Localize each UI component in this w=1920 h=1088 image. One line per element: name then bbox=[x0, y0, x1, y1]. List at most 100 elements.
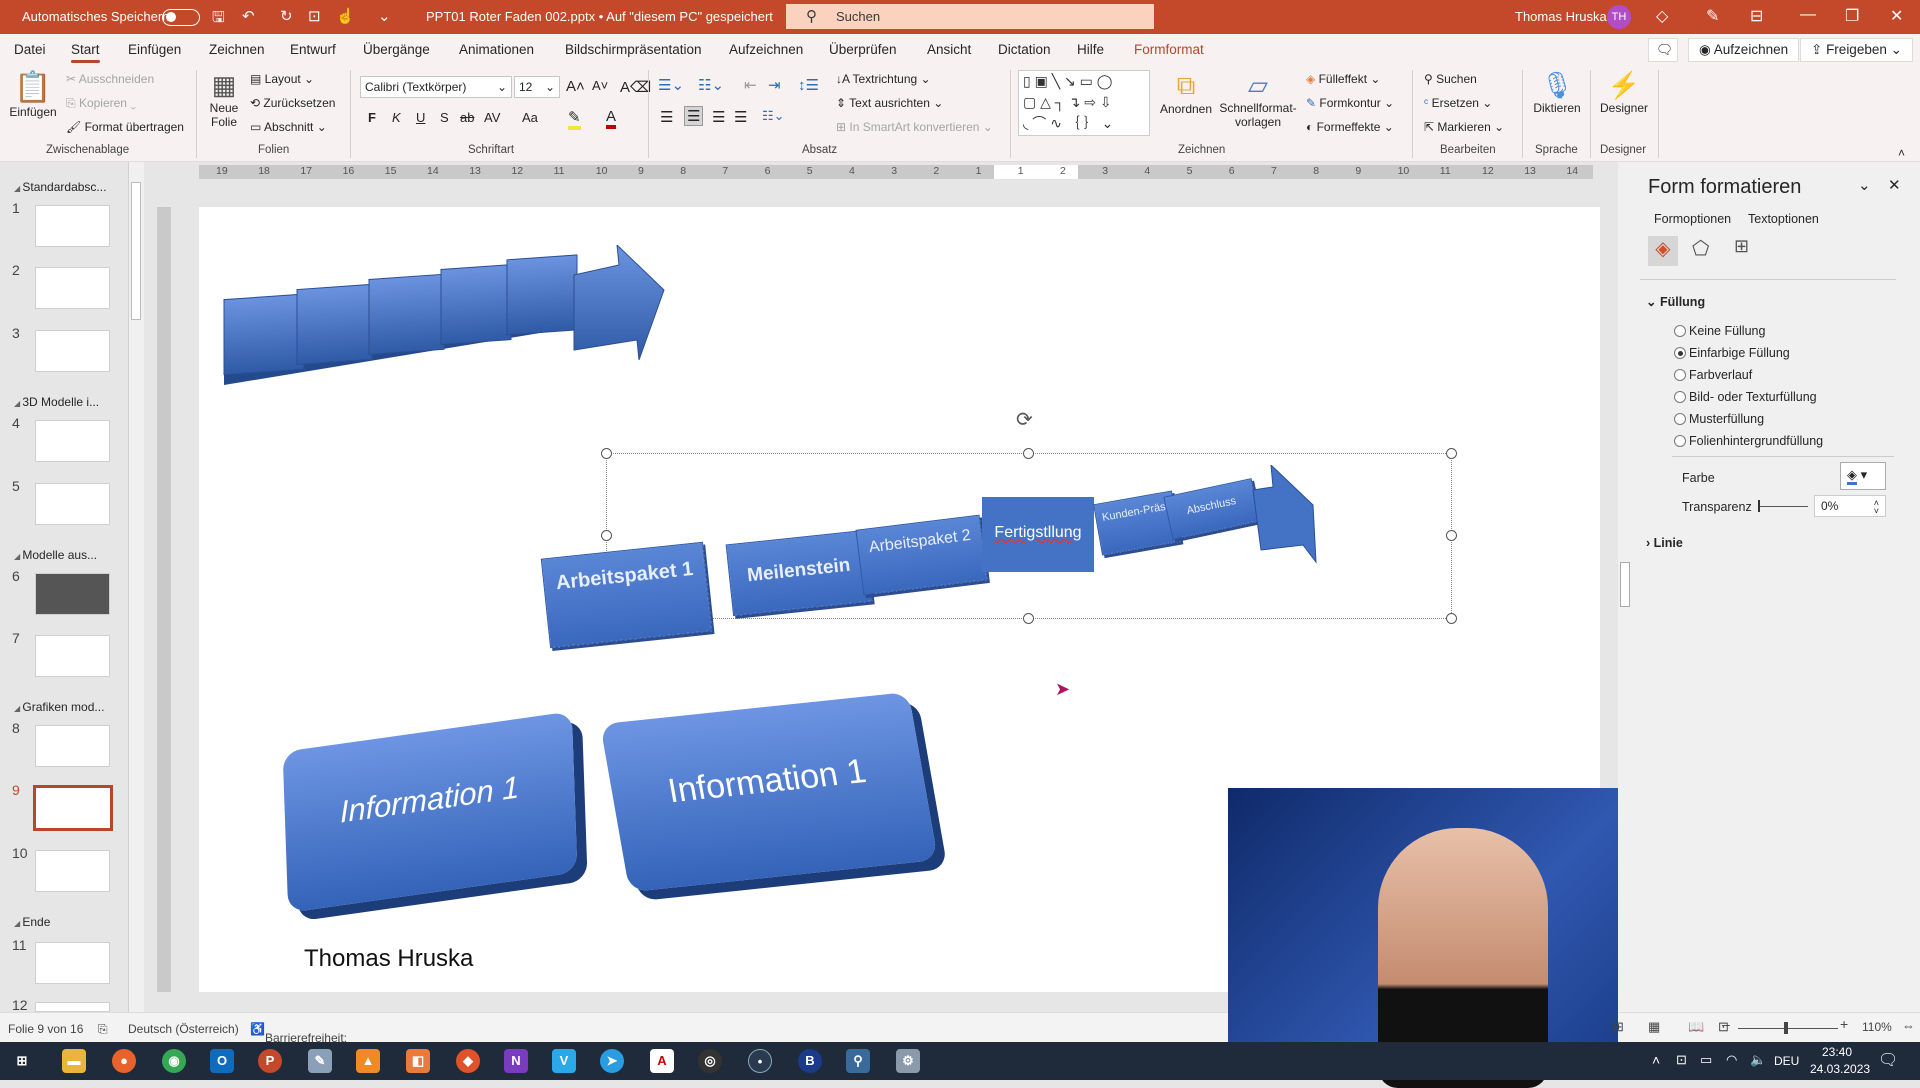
section-button[interactable]: ▭ Abschnitt ⌄ bbox=[250, 120, 327, 134]
decrease-indent-icon[interactable]: ⇤ bbox=[744, 76, 757, 94]
firefox-icon[interactable]: ● bbox=[112, 1049, 136, 1073]
process-box-fertigstellung[interactable]: Fertigstllung bbox=[982, 497, 1094, 572]
fill-section-header[interactable]: ⌄ Füllung bbox=[1646, 294, 1705, 309]
copy-button[interactable]: ⎘ Kopieren ⌄ bbox=[66, 96, 136, 111]
restore-icon[interactable]: ❐ bbox=[1845, 6, 1859, 26]
tab-bildschirmpraesentation[interactable]: Bildschirmpräsentation bbox=[565, 42, 702, 57]
align-text-button[interactable]: ⇕ Text ausrichten ⌄ bbox=[836, 96, 943, 110]
strikethrough-button[interactable]: ab bbox=[460, 110, 474, 125]
close-pane-icon[interactable]: ✕ bbox=[1888, 176, 1901, 194]
brave-icon[interactable]: ◆ bbox=[456, 1049, 480, 1073]
shape-outline-button[interactable]: ✎ Formkontur ⌄ bbox=[1306, 96, 1394, 110]
designer-button[interactable]: ⚡ Designer bbox=[1596, 70, 1652, 115]
line-section-header[interactable]: › Linie bbox=[1646, 536, 1683, 550]
reading-view-icon[interactable]: 📖 bbox=[1688, 1019, 1704, 1035]
tab-einfuegen[interactable]: Einfügen bbox=[128, 42, 181, 57]
tab-dictation[interactable]: Dictation bbox=[998, 42, 1051, 57]
spellcheck-icon[interactable]: ⎘ bbox=[98, 1022, 108, 1037]
search-tool-icon[interactable]: ⚲ bbox=[846, 1049, 870, 1073]
avatar[interactable]: TH bbox=[1607, 5, 1631, 29]
acrobat-icon[interactable]: A bbox=[650, 1049, 674, 1073]
align-center-icon[interactable]: ☰ bbox=[684, 106, 704, 126]
line-spacing-icon[interactable]: ↕☰ bbox=[798, 76, 819, 94]
tools-icon[interactable]: ⚙ bbox=[896, 1049, 920, 1073]
document-title[interactable]: PPT01 Roter Faden 002.pptx • Auf "diesem… bbox=[426, 9, 773, 24]
present-icon[interactable]: ⊡ bbox=[308, 7, 321, 25]
arrange-button[interactable]: ⧉ Anordnen bbox=[1158, 70, 1214, 116]
windows-start-icon[interactable]: ⊞ bbox=[10, 1049, 34, 1073]
record-button[interactable]: ◉ Aufzeichnen bbox=[1688, 38, 1800, 62]
replace-button[interactable]: ᶜ Ersetzen ⌄ bbox=[1424, 96, 1492, 110]
block-arrow-top[interactable] bbox=[219, 245, 669, 385]
volume-icon[interactable]: 🔈 bbox=[1750, 1052, 1766, 1068]
blue-app-icon[interactable]: B bbox=[798, 1049, 822, 1073]
increase-indent-icon[interactable]: ⇥ bbox=[768, 76, 781, 94]
shape-fill-button[interactable]: ◈ Fülleffekt ⌄ bbox=[1306, 72, 1380, 86]
font-size-select[interactable]: 12 ⌄ bbox=[514, 76, 560, 98]
radio-solid-fill[interactable] bbox=[1674, 347, 1686, 359]
resize-handle[interactable] bbox=[601, 530, 612, 541]
highlight-icon[interactable]: ✎ bbox=[568, 108, 581, 130]
font-name-select[interactable]: Calibri (Textkörper) ⌄ bbox=[360, 76, 512, 98]
autosave-toggle[interactable] bbox=[162, 9, 200, 26]
shadow-button[interactable]: S bbox=[440, 110, 449, 125]
notifications-icon[interactable]: 🗨 bbox=[1878, 1050, 1898, 1070]
cut-button[interactable]: ✂ Ausschneiden bbox=[66, 72, 154, 86]
scroll-thumb[interactable] bbox=[1620, 562, 1630, 607]
comments-icon[interactable]: 🗨 bbox=[1648, 38, 1678, 62]
obs-icon[interactable]: ◎ bbox=[698, 1049, 722, 1073]
tab-aufzeichnen[interactable]: Aufzeichnen bbox=[729, 42, 803, 57]
collapse-ribbon-icon[interactable]: ˄ bbox=[1898, 146, 1905, 160]
radio-no-fill[interactable] bbox=[1674, 325, 1686, 337]
paint-icon[interactable]: ✎ bbox=[308, 1049, 332, 1073]
section-graphics[interactable]: Grafiken mod... bbox=[14, 700, 104, 714]
slide-thumbnail-5[interactable] bbox=[35, 483, 110, 525]
columns-icon[interactable]: ☷⌄ bbox=[762, 108, 785, 124]
tab-entwurf[interactable]: Entwurf bbox=[290, 42, 336, 57]
section-models[interactable]: Modelle aus... bbox=[14, 548, 97, 562]
tab-start[interactable]: Start bbox=[71, 42, 100, 63]
tab-ansicht[interactable]: Ansicht bbox=[927, 42, 971, 57]
select-button[interactable]: ⇱ Markieren ⌄ bbox=[1424, 120, 1504, 134]
v-app-icon[interactable]: V bbox=[552, 1049, 576, 1073]
numbering-icon[interactable]: ☷⌄ bbox=[698, 76, 724, 94]
input-language[interactable]: DEU bbox=[1774, 1054, 1799, 1068]
telegram-icon[interactable]: ➤ bbox=[600, 1049, 624, 1073]
spin-icon[interactable]: ˄ ˅ bbox=[1874, 499, 1879, 516]
accessibility-status[interactable]: ♿ Barrierefreiheit: Untersuchen bbox=[250, 1022, 347, 1059]
process-arrow-head[interactable] bbox=[1251, 465, 1321, 565]
onenote-icon[interactable]: N bbox=[504, 1049, 528, 1073]
diamond-icon[interactable]: ◇ bbox=[1656, 6, 1668, 26]
close-icon[interactable]: ✕ bbox=[1890, 6, 1903, 26]
process-box-arbeitspaket-1[interactable]: Arbeitspaket 1 bbox=[540, 541, 713, 649]
new-slide-button[interactable]: ▦ Neue Folie bbox=[204, 70, 244, 129]
layout-button[interactable]: ▤ Layout ⌄ bbox=[250, 72, 314, 86]
section-standard[interactable]: Standardabsc... bbox=[14, 180, 106, 194]
bold-button[interactable]: F bbox=[368, 110, 376, 125]
slide-sorter-icon[interactable]: ▦ bbox=[1648, 1019, 1660, 1035]
thumbnail-scrollbar[interactable] bbox=[128, 162, 144, 1012]
find-button[interactable]: ⚲ Suchen bbox=[1424, 72, 1477, 86]
chrome-icon[interactable]: ◉ bbox=[162, 1049, 186, 1073]
reset-button[interactable]: ⟲ Zurücksetzen bbox=[250, 96, 335, 110]
radio-picture-fill[interactable] bbox=[1674, 391, 1686, 403]
zoom-out-icon[interactable]: – bbox=[1722, 1016, 1730, 1032]
clock-time[interactable]: 23:40 bbox=[1822, 1045, 1852, 1059]
slide-thumbnail-12[interactable] bbox=[35, 1002, 110, 1012]
slide-thumbnail-7[interactable] bbox=[35, 635, 110, 677]
smartart-button[interactable]: ⊞ In SmartArt konvertieren ⌄ bbox=[836, 120, 993, 134]
tab-ueberpruefen[interactable]: Überprüfen bbox=[829, 42, 897, 57]
italic-button[interactable]: K bbox=[392, 110, 401, 125]
slide-thumbnail-6[interactable] bbox=[35, 573, 110, 615]
transparency-slider[interactable] bbox=[1758, 506, 1808, 507]
slide-thumbnail-11[interactable] bbox=[35, 942, 110, 984]
justify-icon[interactable]: ☰ bbox=[734, 108, 747, 126]
resize-handle[interactable] bbox=[601, 448, 612, 459]
change-case-button[interactable]: Aa bbox=[522, 110, 538, 125]
tab-hilfe[interactable]: Hilfe bbox=[1077, 42, 1104, 57]
dictate-button[interactable]: 🎙 Diktieren bbox=[1530, 70, 1584, 115]
size-properties-icon[interactable]: ⊞ bbox=[1734, 236, 1749, 257]
battery-icon[interactable]: ▭ bbox=[1700, 1052, 1712, 1068]
grow-font-icon[interactable]: A˄ bbox=[566, 78, 585, 95]
tab-shape-options[interactable]: Formoptionen bbox=[1654, 212, 1731, 226]
